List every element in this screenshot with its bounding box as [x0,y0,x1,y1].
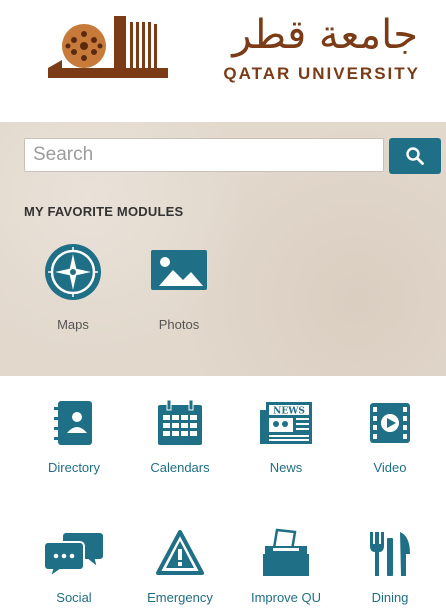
directory-icon [54,401,92,445]
module-dining-label: Dining [371,590,409,605]
module-directory-label: Directory [47,460,100,475]
search-button[interactable] [389,138,441,174]
module-dining[interactable]: Dining [342,528,438,605]
search-icon [406,147,424,165]
modules-grid: Directory Calendars NEWS News Video Soci… [0,376,446,613]
utensils-icon [370,532,410,576]
video-icon [370,403,410,443]
photos-icon [151,250,207,290]
module-news[interactable]: NEWS News [238,398,334,475]
search-input[interactable] [24,138,384,172]
module-emergency-label: Emergency [147,590,213,605]
module-video-label: Video [373,460,407,475]
favorites-panel: MY FAVORITE MODULES Maps Photos [0,122,446,376]
favorite-maps[interactable]: Maps [28,242,118,332]
module-video[interactable]: Video [342,398,438,475]
logo-english-text: QATAR UNIVERSITY [223,64,420,83]
svg-text:NEWS: NEWS [273,407,305,417]
favorite-photos[interactable]: Photos [134,242,224,332]
newspaper-icon: NEWS [260,402,312,444]
favorite-photos-label: Photos [158,317,200,332]
module-improve-qu-label: Improve QU [250,590,322,605]
logo-arabic-text: جامعة قطر [232,12,418,58]
module-social-label: Social [56,590,92,605]
module-calendars-label: Calendars [150,460,210,475]
calendar-icon [158,399,202,445]
chat-bubbles-icon [43,531,105,578]
search-bar [24,138,442,174]
module-news-label: News [269,460,303,475]
module-directory[interactable]: Directory [26,398,122,475]
favorites-heading: MY FAVORITE MODULES [24,204,184,219]
module-calendars[interactable]: Calendars [132,398,228,475]
qatar-university-logo-icon [48,16,168,78]
module-emergency[interactable]: Emergency [132,528,228,605]
ballot-box-icon [263,528,309,576]
module-improve-qu[interactable]: Improve QU [238,528,334,605]
module-social[interactable]: Social [26,528,122,605]
favorite-maps-label: Maps [57,317,89,332]
warning-icon [156,530,204,575]
header: جامعة قطر QATAR UNIVERSITY [0,0,446,123]
compass-icon [45,244,101,300]
